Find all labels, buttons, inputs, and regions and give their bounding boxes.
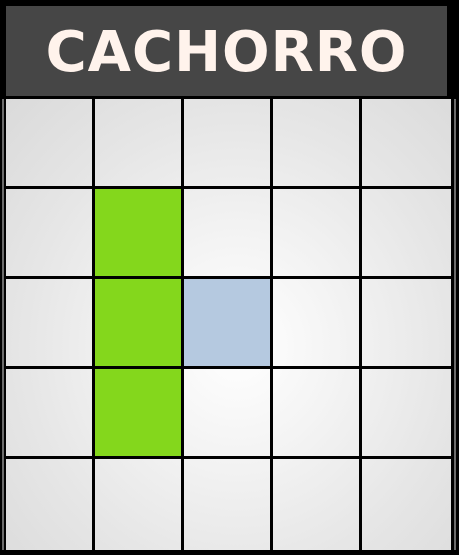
grid-cell-r5-c3[interactable]: [184, 459, 273, 550]
game-board: [6, 99, 451, 550]
grid-cell-r4-c4[interactable]: [273, 369, 362, 459]
grid-cell-r1-c5[interactable]: [362, 99, 451, 189]
grid-cell-r4-c3[interactable]: [184, 369, 273, 459]
game-frame: CACHORRO: [0, 0, 459, 555]
grid-cell-r3-c2-green[interactable]: [95, 279, 184, 369]
grid-cell-r2-c5[interactable]: [362, 189, 451, 279]
grid-cell-r5-c1[interactable]: [6, 459, 95, 550]
grid-cell-r2-c3[interactable]: [184, 189, 273, 279]
grid-cell-r5-c2[interactable]: [95, 459, 184, 550]
grid-cell-r3-c5[interactable]: [362, 279, 451, 369]
frame-right-accent: [454, 99, 456, 550]
grid-cell-r1-c2[interactable]: [95, 99, 184, 189]
grid-cell-r3-c4[interactable]: [273, 279, 362, 369]
grid-cell-r4-c2-green[interactable]: [95, 369, 184, 459]
grid-cell-r3-c3-blue[interactable]: [184, 279, 273, 369]
frame-bottom-border: [0, 550, 459, 555]
word-title: CACHORRO: [45, 20, 408, 85]
grid-cell-r5-c5[interactable]: [362, 459, 451, 550]
word-header: CACHORRO: [4, 4, 449, 98]
grid-cell-r1-c4[interactable]: [273, 99, 362, 189]
cell-grid: [6, 99, 451, 550]
grid-cell-r1-c1[interactable]: [6, 99, 95, 189]
grid-cell-r2-c4[interactable]: [273, 189, 362, 279]
grid-cell-r2-c1[interactable]: [6, 189, 95, 279]
grid-cell-r1-c3[interactable]: [184, 99, 273, 189]
grid-cell-r4-c5[interactable]: [362, 369, 451, 459]
frame-left-accent: [2, 99, 4, 550]
grid-cell-r4-c1[interactable]: [6, 369, 95, 459]
grid-cell-r5-c4[interactable]: [273, 459, 362, 550]
grid-cell-r3-c1[interactable]: [6, 279, 95, 369]
grid-cell-r2-c2-green[interactable]: [95, 189, 184, 279]
